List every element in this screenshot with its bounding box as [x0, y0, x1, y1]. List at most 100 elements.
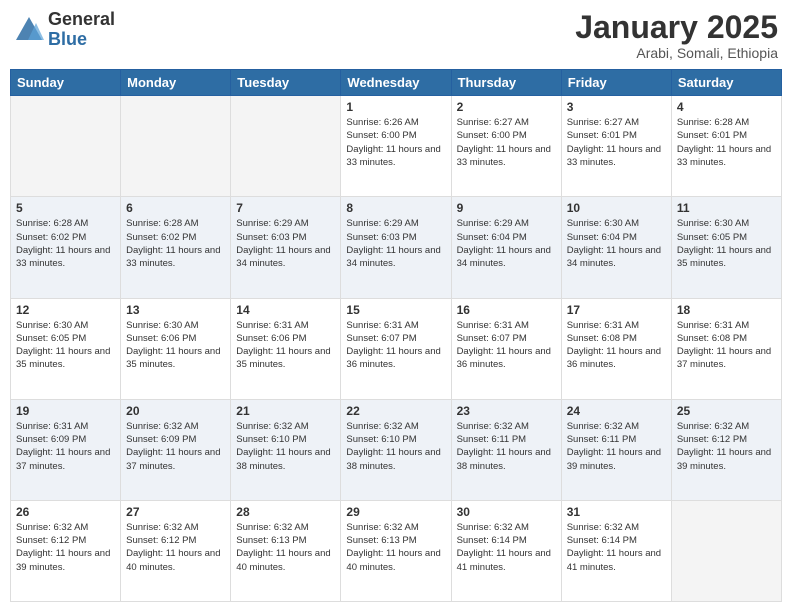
day-number: 19: [16, 404, 115, 418]
day-number: 6: [126, 201, 225, 215]
day-info: Sunrise: 6:30 AM Sunset: 6:05 PM Dayligh…: [16, 319, 115, 372]
day-info: Sunrise: 6:28 AM Sunset: 6:02 PM Dayligh…: [126, 217, 225, 270]
day-info: Sunrise: 6:31 AM Sunset: 6:08 PM Dayligh…: [677, 319, 776, 372]
calendar-day: 26 Sunrise: 6:32 AM Sunset: 6:12 PM Dayli…: [11, 500, 121, 601]
week-row: 19 Sunrise: 6:31 AM Sunset: 6:09 PM Dayli…: [11, 399, 782, 500]
day-number: 2: [457, 100, 556, 114]
day-info: Sunrise: 6:31 AM Sunset: 6:07 PM Dayligh…: [457, 319, 556, 372]
day-info: Sunrise: 6:27 AM Sunset: 6:00 PM Dayligh…: [457, 116, 556, 169]
day-info: Sunrise: 6:30 AM Sunset: 6:04 PM Dayligh…: [567, 217, 666, 270]
calendar-day: 7Sunrise: 6:29 AM Sunset: 6:03 PM Daylig…: [231, 197, 341, 298]
day-info: Sunrise: 6:32 AM Sunset: 6:14 PM Dayligh…: [567, 521, 666, 574]
calendar-day: 29 Sunrise: 6:32 AM Sunset: 6:13 PM Dayli…: [341, 500, 451, 601]
day-info: Sunrise: 6:28 AM Sunset: 6:02 PM Dayligh…: [16, 217, 115, 270]
day-number: 31: [567, 505, 666, 519]
calendar-day: 14Sunrise: 6:31 AM Sunset: 6:06 PM Dayli…: [231, 298, 341, 399]
day-number: 1: [346, 100, 445, 114]
logo-general-text: General: [48, 10, 115, 30]
day-number: 30: [457, 505, 556, 519]
calendar-day: 16 Sunrise: 6:31 AM Sunset: 6:07 PM Dayli…: [451, 298, 561, 399]
col-sunday: Sunday: [11, 70, 121, 96]
logo-icon: [14, 15, 44, 45]
calendar-day: [231, 96, 341, 197]
col-wednesday: Wednesday: [341, 70, 451, 96]
day-number: 13: [126, 303, 225, 317]
day-number: 20: [126, 404, 225, 418]
day-info: Sunrise: 6:28 AM Sunset: 6:01 PM Dayligh…: [677, 116, 776, 169]
col-saturday: Saturday: [671, 70, 781, 96]
calendar-table: Sunday Monday Tuesday Wednesday Thursday…: [10, 69, 782, 602]
day-number: 8: [346, 201, 445, 215]
day-number: 16: [457, 303, 556, 317]
month-title: January 2025: [575, 10, 778, 45]
day-number: 25: [677, 404, 776, 418]
day-info: Sunrise: 6:29 AM Sunset: 6:03 PM Dayligh…: [346, 217, 445, 270]
day-info: Sunrise: 6:32 AM Sunset: 6:12 PM Dayligh…: [16, 521, 115, 574]
calendar-day: 18Sunrise: 6:31 AM Sunset: 6:08 PM Dayli…: [671, 298, 781, 399]
day-info: Sunrise: 6:32 AM Sunset: 6:13 PM Dayligh…: [346, 521, 445, 574]
logo-blue-text: Blue: [48, 30, 115, 50]
day-number: 29: [346, 505, 445, 519]
day-info: Sunrise: 6:32 AM Sunset: 6:11 PM Dayligh…: [457, 420, 556, 473]
day-info: Sunrise: 6:32 AM Sunset: 6:10 PM Dayligh…: [346, 420, 445, 473]
day-info: Sunrise: 6:32 AM Sunset: 6:14 PM Dayligh…: [457, 521, 556, 574]
day-number: 17: [567, 303, 666, 317]
day-info: Sunrise: 6:32 AM Sunset: 6:09 PM Dayligh…: [126, 420, 225, 473]
header-row: Sunday Monday Tuesday Wednesday Thursday…: [11, 70, 782, 96]
day-number: 22: [346, 404, 445, 418]
day-info: Sunrise: 6:26 AM Sunset: 6:00 PM Dayligh…: [346, 116, 445, 169]
calendar-day: 31 Sunrise: 6:32 AM Sunset: 6:14 PM Dayli…: [561, 500, 671, 601]
calendar-day: 5 Sunrise: 6:28 AM Sunset: 6:02 PM Daylig…: [11, 197, 121, 298]
header: General Blue January 2025 Arabi, Somali,…: [10, 10, 782, 61]
calendar-day: 19 Sunrise: 6:31 AM Sunset: 6:09 PM Dayli…: [11, 399, 121, 500]
day-number: 26: [16, 505, 115, 519]
calendar-day: 12 Sunrise: 6:30 AM Sunset: 6:05 PM Dayli…: [11, 298, 121, 399]
day-number: 27: [126, 505, 225, 519]
day-number: 9: [457, 201, 556, 215]
logo-text: General Blue: [48, 10, 115, 50]
day-info: Sunrise: 6:30 AM Sunset: 6:06 PM Dayligh…: [126, 319, 225, 372]
day-number: 3: [567, 100, 666, 114]
calendar-day: [121, 96, 231, 197]
day-info: Sunrise: 6:32 AM Sunset: 6:12 PM Dayligh…: [677, 420, 776, 473]
calendar-day: 15Sunrise: 6:31 AM Sunset: 6:07 PM Dayli…: [341, 298, 451, 399]
calendar-header: Sunday Monday Tuesday Wednesday Thursday…: [11, 70, 782, 96]
calendar-day: 8 Sunrise: 6:29 AM Sunset: 6:03 PM Daylig…: [341, 197, 451, 298]
calendar-day: 25 Sunrise: 6:32 AM Sunset: 6:12 PM Dayli…: [671, 399, 781, 500]
day-info: Sunrise: 6:31 AM Sunset: 6:08 PM Dayligh…: [567, 319, 666, 372]
day-number: 10: [567, 201, 666, 215]
calendar-day: 1 Sunrise: 6:26 AM Sunset: 6:00 PM Daylig…: [341, 96, 451, 197]
calendar-day: 3 Sunrise: 6:27 AM Sunset: 6:01 PM Daylig…: [561, 96, 671, 197]
week-row: 12 Sunrise: 6:30 AM Sunset: 6:05 PM Dayli…: [11, 298, 782, 399]
day-number: 24: [567, 404, 666, 418]
title-area: January 2025 Arabi, Somali, Ethiopia: [575, 10, 778, 61]
calendar-day: 13 Sunrise: 6:30 AM Sunset: 6:06 PM Dayli…: [121, 298, 231, 399]
col-thursday: Thursday: [451, 70, 561, 96]
col-monday: Monday: [121, 70, 231, 96]
day-number: 14: [236, 303, 335, 317]
day-number: 4: [677, 100, 776, 114]
day-number: 21: [236, 404, 335, 418]
day-number: 28: [236, 505, 335, 519]
day-info: Sunrise: 6:31 AM Sunset: 6:09 PM Dayligh…: [16, 420, 115, 473]
subtitle: Arabi, Somali, Ethiopia: [575, 45, 778, 61]
calendar-day: 9Sunrise: 6:29 AM Sunset: 6:04 PM Daylig…: [451, 197, 561, 298]
day-info: Sunrise: 6:32 AM Sunset: 6:11 PM Dayligh…: [567, 420, 666, 473]
calendar-day: 4 Sunrise: 6:28 AM Sunset: 6:01 PM Daylig…: [671, 96, 781, 197]
calendar-day: 28Sunrise: 6:32 AM Sunset: 6:13 PM Dayli…: [231, 500, 341, 601]
day-number: 12: [16, 303, 115, 317]
day-info: Sunrise: 6:27 AM Sunset: 6:01 PM Dayligh…: [567, 116, 666, 169]
calendar-day: 23Sunrise: 6:32 AM Sunset: 6:11 PM Dayli…: [451, 399, 561, 500]
calendar-day: 10 Sunrise: 6:30 AM Sunset: 6:04 PM Dayli…: [561, 197, 671, 298]
calendar-day: 21 Sunrise: 6:32 AM Sunset: 6:10 PM Dayli…: [231, 399, 341, 500]
calendar-day: 22 Sunrise: 6:32 AM Sunset: 6:10 PM Dayli…: [341, 399, 451, 500]
day-info: Sunrise: 6:32 AM Sunset: 6:10 PM Dayligh…: [236, 420, 335, 473]
logo: General Blue: [14, 10, 115, 50]
week-row: 1 Sunrise: 6:26 AM Sunset: 6:00 PM Daylig…: [11, 96, 782, 197]
calendar-day: [671, 500, 781, 601]
day-number: 5: [16, 201, 115, 215]
calendar-day: 30 Sunrise: 6:32 AM Sunset: 6:14 PM Dayli…: [451, 500, 561, 601]
day-info: Sunrise: 6:32 AM Sunset: 6:12 PM Dayligh…: [126, 521, 225, 574]
calendar-day: 11Sunrise: 6:30 AM Sunset: 6:05 PM Dayli…: [671, 197, 781, 298]
calendar-day: 17 Sunrise: 6:31 AM Sunset: 6:08 PM Dayli…: [561, 298, 671, 399]
